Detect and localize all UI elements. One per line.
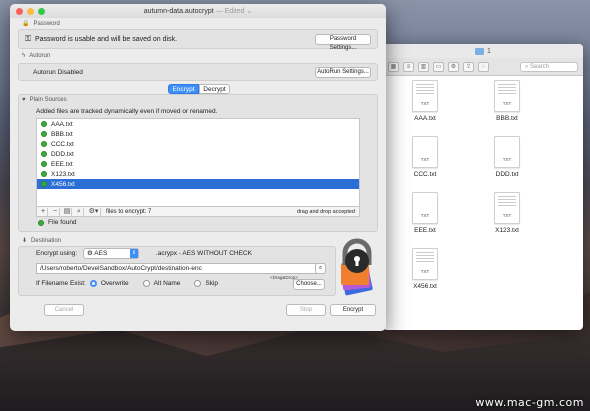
- finder-file[interactable]: TXT CCC.txt: [395, 136, 455, 178]
- autocrypt-window: autumn-data.autocrypt — Edited ⌄ 🔒 Passwo…: [10, 4, 386, 331]
- autorun-panel: Autorun Disabled AutoRun Settings...: [18, 63, 378, 81]
- lightning-icon: ϟ: [22, 53, 26, 59]
- choose-button[interactable]: Choose...: [293, 279, 325, 290]
- finder-file[interactable]: TXT EEE.txt: [395, 192, 455, 234]
- text-file-icon: TXT: [494, 80, 520, 112]
- finder-window: 1 ▦ ≡ ▥ ▭ ⚙ ⇪ ◌ ⌕ Search TXT AAA.txt TXT B…: [383, 44, 583, 330]
- sources-note: Added files are tracked dynamically even…: [36, 108, 218, 115]
- list-toolbar: + − ▤ ⌕ ⚙▾ files to encrypt: 7 drag and …: [36, 207, 360, 217]
- share-icon[interactable]: ⇪: [463, 61, 474, 72]
- finder-file[interactable]: TXT AAA.txt: [395, 80, 455, 122]
- autorun-header: ϟ Autorun: [22, 53, 51, 59]
- icon-view-icon[interactable]: ▦: [388, 61, 399, 72]
- finder-file[interactable]: TXT X456.txt: [395, 248, 455, 290]
- cancel-button[interactable]: Cancel: [44, 304, 84, 316]
- arrange-icon[interactable]: ⚙: [448, 61, 459, 72]
- autorun-settings-button[interactable]: AutoRun Settings...: [315, 67, 371, 78]
- encrypt-button[interactable]: Encrypt: [330, 304, 376, 316]
- list-item[interactable]: BBB.txt: [37, 129, 359, 139]
- status-dot-icon: [41, 171, 47, 177]
- search-icon[interactable]: ⌕: [75, 207, 84, 216]
- finder-title: 1: [487, 47, 491, 55]
- finder-file[interactable]: TXT X123.txt: [477, 192, 537, 234]
- text-file-icon: TXT: [412, 80, 438, 112]
- list-item[interactable]: AAA.txt: [37, 119, 359, 129]
- download-icon: ⬇: [22, 238, 28, 244]
- chevron-updown-icon: ⇕: [130, 249, 138, 258]
- finder-file-grid: TXT AAA.txt TXT BBB.txt TXT CCC.txt TXT DDD.…: [395, 80, 575, 290]
- tab-encrypt[interactable]: Encrypt: [168, 84, 199, 94]
- gallery-view-icon[interactable]: ▭: [433, 61, 444, 72]
- destination-header: ⬇ Destination: [22, 237, 62, 245]
- finder-file[interactable]: TXT DDD.txt: [477, 136, 537, 178]
- encrypt-using-label: Encrypt using:: [36, 250, 78, 257]
- finder-file[interactable]: TXT BBB.txt: [477, 80, 537, 122]
- list-item-selected[interactable]: X456.txt: [37, 179, 359, 189]
- text-file-icon: TXT: [494, 136, 520, 168]
- key-icon: ⚿: [25, 34, 32, 43]
- password-status: Password is usable and will be saved on …: [35, 36, 178, 43]
- tag-icon[interactable]: ◌: [478, 61, 489, 72]
- add-icon[interactable]: +: [39, 207, 48, 216]
- finder-search-input[interactable]: ⌕ Search: [520, 61, 578, 72]
- mode-segmented-control: Encrypt Decrypt: [168, 84, 230, 94]
- filename-exist-row: If Filename Exist: Overwrite Alt Name Sk…: [36, 280, 219, 287]
- lock-icon: 🔒: [22, 21, 30, 27]
- text-file-icon: TXT: [494, 192, 520, 224]
- folder-icon: [475, 47, 485, 55]
- status-dot-icon: [38, 219, 44, 226]
- remove-icon[interactable]: −: [51, 207, 60, 216]
- file-status-row: File found: [38, 219, 77, 226]
- drag-drop-note: drag and drop accepted: [296, 208, 355, 215]
- radio-skip[interactable]: [194, 280, 202, 287]
- destination-path-field[interactable]: /Users/roberto/DevelSandbox/AutoCrypt/de…: [36, 263, 325, 274]
- text-file-icon: TXT: [412, 192, 438, 224]
- tab-decrypt[interactable]: Decrypt: [199, 84, 230, 94]
- search-icon[interactable]: ⌕: [315, 263, 326, 274]
- finder-toolbar: ▦ ≡ ▥ ▭ ⚙ ⇪ ◌ ⌕ Search: [383, 58, 583, 76]
- password-header: 🔒 Password: [22, 20, 60, 28]
- list-item[interactable]: X123.txt: [37, 169, 359, 179]
- status-dot-icon: [41, 121, 47, 127]
- column-view-icon[interactable]: ▥: [418, 61, 429, 72]
- gear-icon[interactable]: ⚙▾: [87, 207, 101, 216]
- algorithm-note: .acrypx - AES WITHOUT CHECK: [156, 250, 252, 257]
- window-title: autumn-data.autocrypt — Edited ⌄: [143, 8, 253, 15]
- status-dot-icon: [41, 141, 47, 147]
- finder-titlebar: 1: [383, 44, 583, 58]
- clear-list-icon[interactable]: ▤: [63, 207, 72, 216]
- filename-exist-label: If Filename Exist:: [36, 280, 86, 287]
- app-lock-icon: [341, 238, 373, 296]
- status-dot-icon: [41, 131, 47, 137]
- status-dot-icon: [41, 161, 47, 167]
- list-view-icon[interactable]: ≡: [403, 61, 414, 72]
- radio-overwrite[interactable]: [89, 280, 97, 287]
- file-status: File found: [48, 219, 77, 226]
- files-to-encrypt-count: files to encrypt: 7: [106, 208, 152, 215]
- password-settings-button[interactable]: Password Settings...: [315, 34, 371, 51]
- text-file-icon: TXT: [412, 136, 438, 168]
- autorun-status: Autorun Disabled: [33, 69, 83, 76]
- radio-alt-name[interactable]: [142, 280, 150, 287]
- stop-button[interactable]: Stop: [286, 304, 326, 316]
- algorithm-select[interactable]: ⚙ AES ⇕: [83, 248, 139, 259]
- heart-icon: ♥: [22, 97, 26, 103]
- password-panel: ⚿ Password is usable and will be saved o…: [18, 29, 378, 51]
- list-item[interactable]: EEE.txt: [37, 159, 359, 169]
- list-item[interactable]: CCC.txt: [37, 139, 359, 149]
- status-dot-icon: [41, 151, 47, 157]
- window-titlebar: autumn-data.autocrypt — Edited ⌄: [10, 4, 386, 18]
- text-file-icon: TXT: [412, 248, 438, 280]
- source-file-list[interactable]: AAA.txt BBB.txt CCC.txt DDD.txt EEE.txt …: [36, 118, 360, 207]
- watermark: www.mac-gm.com: [475, 396, 584, 409]
- sources-header: ♥ Plain Sources: [22, 97, 67, 103]
- status-dot-icon: [41, 181, 47, 187]
- list-item[interactable]: DDD.txt: [37, 149, 359, 159]
- gear-icon: ⚙: [87, 250, 93, 257]
